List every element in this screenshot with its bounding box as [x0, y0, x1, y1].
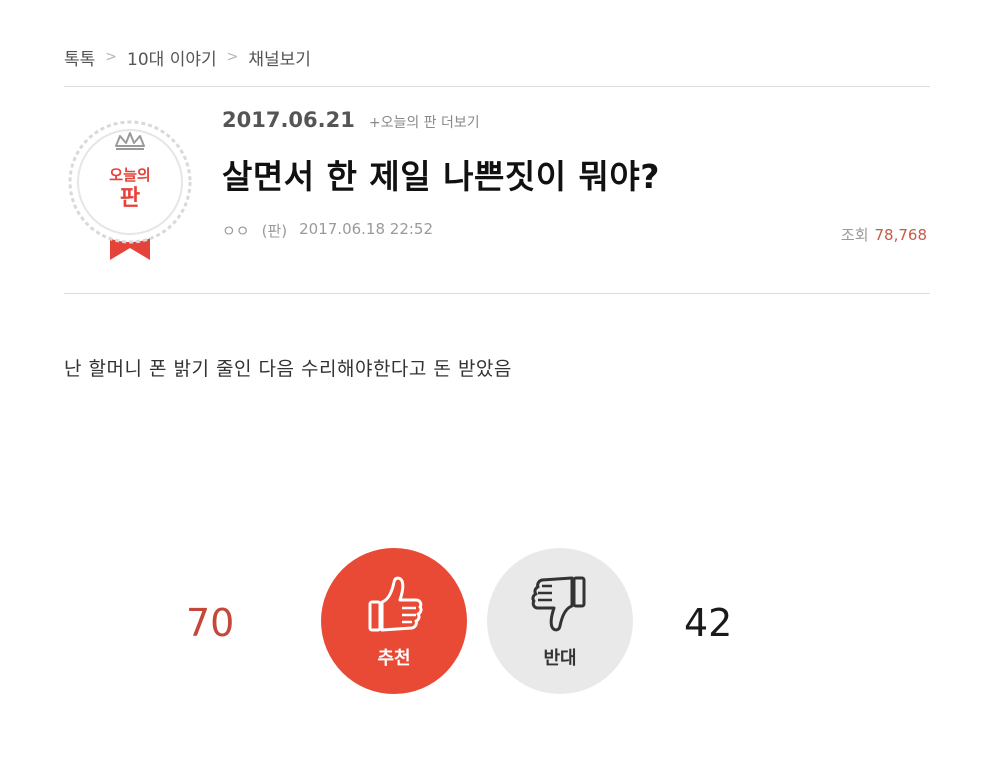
thumbs-up-icon — [368, 576, 423, 632]
view-count: 조회 78,768 — [841, 224, 927, 245]
divider-top — [64, 86, 930, 87]
breadcrumb-item-toktok[interactable]: 톡톡 — [64, 45, 95, 70]
author-name[interactable]: ㅇㅇ — [222, 220, 250, 241]
post-source: (판) — [261, 222, 288, 240]
badge-line1: 오늘의 — [109, 166, 150, 184]
post-timestamp: 2017.06.18 22:52 — [299, 220, 434, 238]
upvote-label: 추천 — [377, 648, 411, 669]
upvote-count: 70 — [186, 601, 235, 645]
date-row: 2017.06.21 +오늘의 판 더보기 — [222, 108, 927, 138]
breadcrumb-item-10s-story[interactable]: 10대 이야기 — [127, 45, 217, 70]
breadcrumb: 톡톡 > 10대 이야기 > 채널보기 — [64, 44, 311, 70]
divider-bottom — [64, 293, 930, 294]
today-pan-badge: 오늘의 판 — [66, 118, 194, 264]
badge-line2: 판 — [120, 186, 140, 211]
thumbs-down-icon — [531, 576, 586, 632]
downvote-label: 반대 — [543, 648, 577, 669]
downvote-button[interactable]: 반대 — [487, 548, 633, 694]
upvote-button[interactable]: 추천 — [321, 548, 467, 694]
post-header: 2017.06.21 +오늘의 판 더보기 살면서 한 제일 나쁜짓이 뭐야? … — [222, 108, 927, 244]
breadcrumb-separator: > — [105, 49, 118, 65]
downvote-count: 42 — [684, 601, 733, 645]
post-date: 2017.06.21 — [222, 108, 355, 132]
post-body: 난 할머니 폰 밝기 줄인 다음 수리해야한다고 돈 받았음 — [64, 358, 512, 380]
views-number: 78,768 — [874, 226, 928, 244]
views-label: 조회 — [840, 226, 869, 244]
more-today-pan-link[interactable]: +오늘의 판 더보기 — [369, 112, 480, 132]
post-title: 살면서 한 제일 나쁜짓이 뭐야? — [222, 157, 660, 196]
breadcrumb-item-channel[interactable]: 채널보기 — [248, 45, 311, 70]
breadcrumb-separator: > — [226, 49, 239, 65]
post-meta: ㅇㅇ (판) 2017.06.18 22:52 조회 78,768 — [222, 220, 927, 245]
